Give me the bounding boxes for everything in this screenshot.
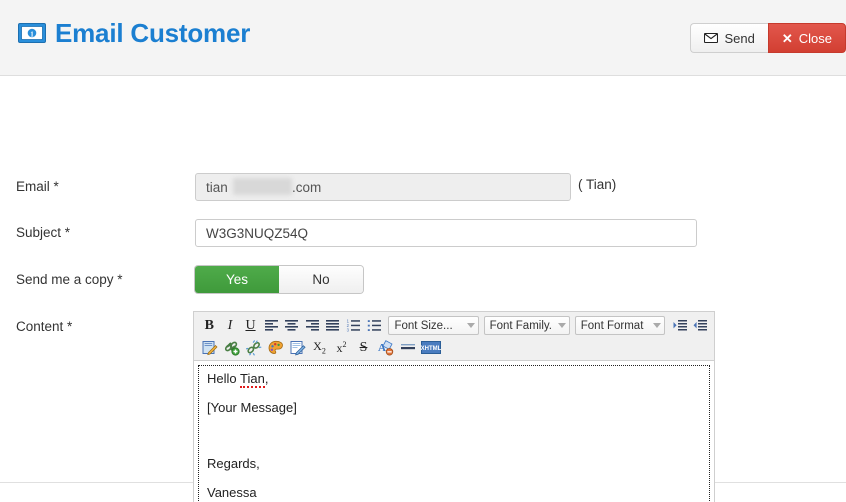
form-body: Email * tian .com ( Tian) Subject * Send… [0, 76, 846, 502]
remove-format-icon[interactable]: A [376, 338, 395, 357]
superscript-icon[interactable]: x2 [332, 338, 351, 357]
header-actions: Send ✕ Close [690, 23, 846, 53]
editor-line-blank [207, 430, 701, 443]
italic-icon[interactable]: I [221, 316, 240, 335]
insert-link-icon[interactable] [222, 338, 241, 357]
email-field[interactable]: tian .com [195, 173, 571, 201]
editor-toolbar-row-2: X2 x2 S A XHTML [200, 337, 710, 358]
close-button-label: Close [798, 30, 832, 46]
subject-label: Subject * [16, 225, 71, 240]
banknote-icon: 1 [18, 22, 46, 44]
indent-icon[interactable] [671, 316, 690, 335]
editor-greeting-tail: , [264, 371, 269, 386]
text-color-palette-icon[interactable] [266, 338, 285, 357]
email-customer-page: 1 Email Customer Send ✕ Close Email * ti… [0, 0, 846, 502]
email-customer-name-note: ( Tian) [578, 177, 617, 192]
email-redaction-block [233, 178, 292, 195]
font-size-select[interactable]: Font Size... [388, 316, 479, 335]
send-copy-toggle: Yes No [195, 266, 363, 293]
content-label: Content * [16, 319, 73, 334]
editor-line-greeting: Hello Tian, [207, 371, 701, 388]
editor-content-area[interactable]: Hello Tian, [Your Message] Regards, Vane… [198, 365, 710, 502]
send-copy-no-option[interactable]: No [279, 266, 363, 293]
email-value-suffix: .com [292, 180, 322, 195]
chevron-down-icon [652, 323, 661, 328]
editor-line-placeholder: [Your Message] [207, 399, 297, 415]
horizontal-rule-icon[interactable] [398, 338, 417, 357]
align-justify-icon[interactable] [324, 316, 343, 335]
font-format-select[interactable]: Font Format [574, 316, 665, 335]
font-size-select-label: Font Size... [394, 319, 453, 332]
editor-toolbar: B I U 1 2 3 Font Size... Font Family. Fo… [194, 312, 714, 361]
editor-misspelled-word: Tian [240, 371, 265, 388]
close-button[interactable]: ✕ Close [767, 23, 846, 53]
page-title: Email Customer [55, 18, 251, 48]
editor-greeting-text: Hello [207, 371, 241, 386]
close-x-icon: ✕ [781, 30, 793, 46]
chevron-down-icon [466, 323, 475, 328]
html-source-icon[interactable]: XHTML [420, 338, 442, 357]
email-value-prefix: tian [206, 180, 228, 195]
svg-text:XHTML: XHTML [421, 346, 441, 352]
bold-icon[interactable]: B [200, 316, 219, 335]
svg-text:1: 1 [30, 30, 34, 38]
editor-line-signature: Vanessa [207, 484, 257, 500]
underline-icon[interactable]: U [241, 316, 260, 335]
unlink-icon[interactable] [244, 338, 263, 357]
ordered-list-icon[interactable]: 123 [344, 316, 363, 335]
outdent-icon[interactable] [691, 316, 710, 335]
envelope-icon [704, 33, 719, 43]
editor-toolbar-row-1: B I U 1 2 3 Font Size... Font Family. Fo… [200, 315, 710, 336]
email-label: Email * [16, 179, 59, 194]
insert-image-icon[interactable] [288, 338, 307, 357]
align-center-icon[interactable] [282, 316, 301, 335]
unordered-list-icon[interactable] [365, 316, 384, 335]
send-copy-label: Send me a copy * [16, 272, 123, 287]
align-left-icon[interactable] [262, 316, 281, 335]
send-button-label: Send [724, 30, 755, 46]
page-title-group: 1 Email Customer [18, 20, 250, 46]
svg-text:3: 3 [347, 327, 350, 332]
rich-text-editor: B I U 1 2 3 Font Size... Font Family. Fo… [193, 311, 715, 502]
font-format-select-label: Font Format [580, 319, 644, 332]
editor-line-signoff: Regards, [207, 455, 260, 471]
strikethrough-icon[interactable]: S [354, 338, 373, 357]
subject-input[interactable] [195, 219, 697, 247]
font-family-select[interactable]: Font Family. [483, 316, 570, 335]
font-family-select-label: Font Family. [489, 319, 552, 332]
send-button[interactable]: Send [690, 23, 768, 53]
edit-page-icon[interactable] [200, 338, 219, 357]
send-copy-yes-option[interactable]: Yes [195, 266, 279, 293]
subscript-icon[interactable]: X2 [310, 338, 329, 357]
align-right-icon[interactable] [303, 316, 322, 335]
panel-header: 1 Email Customer Send ✕ Close [0, 0, 846, 76]
chevron-down-icon [557, 323, 566, 328]
